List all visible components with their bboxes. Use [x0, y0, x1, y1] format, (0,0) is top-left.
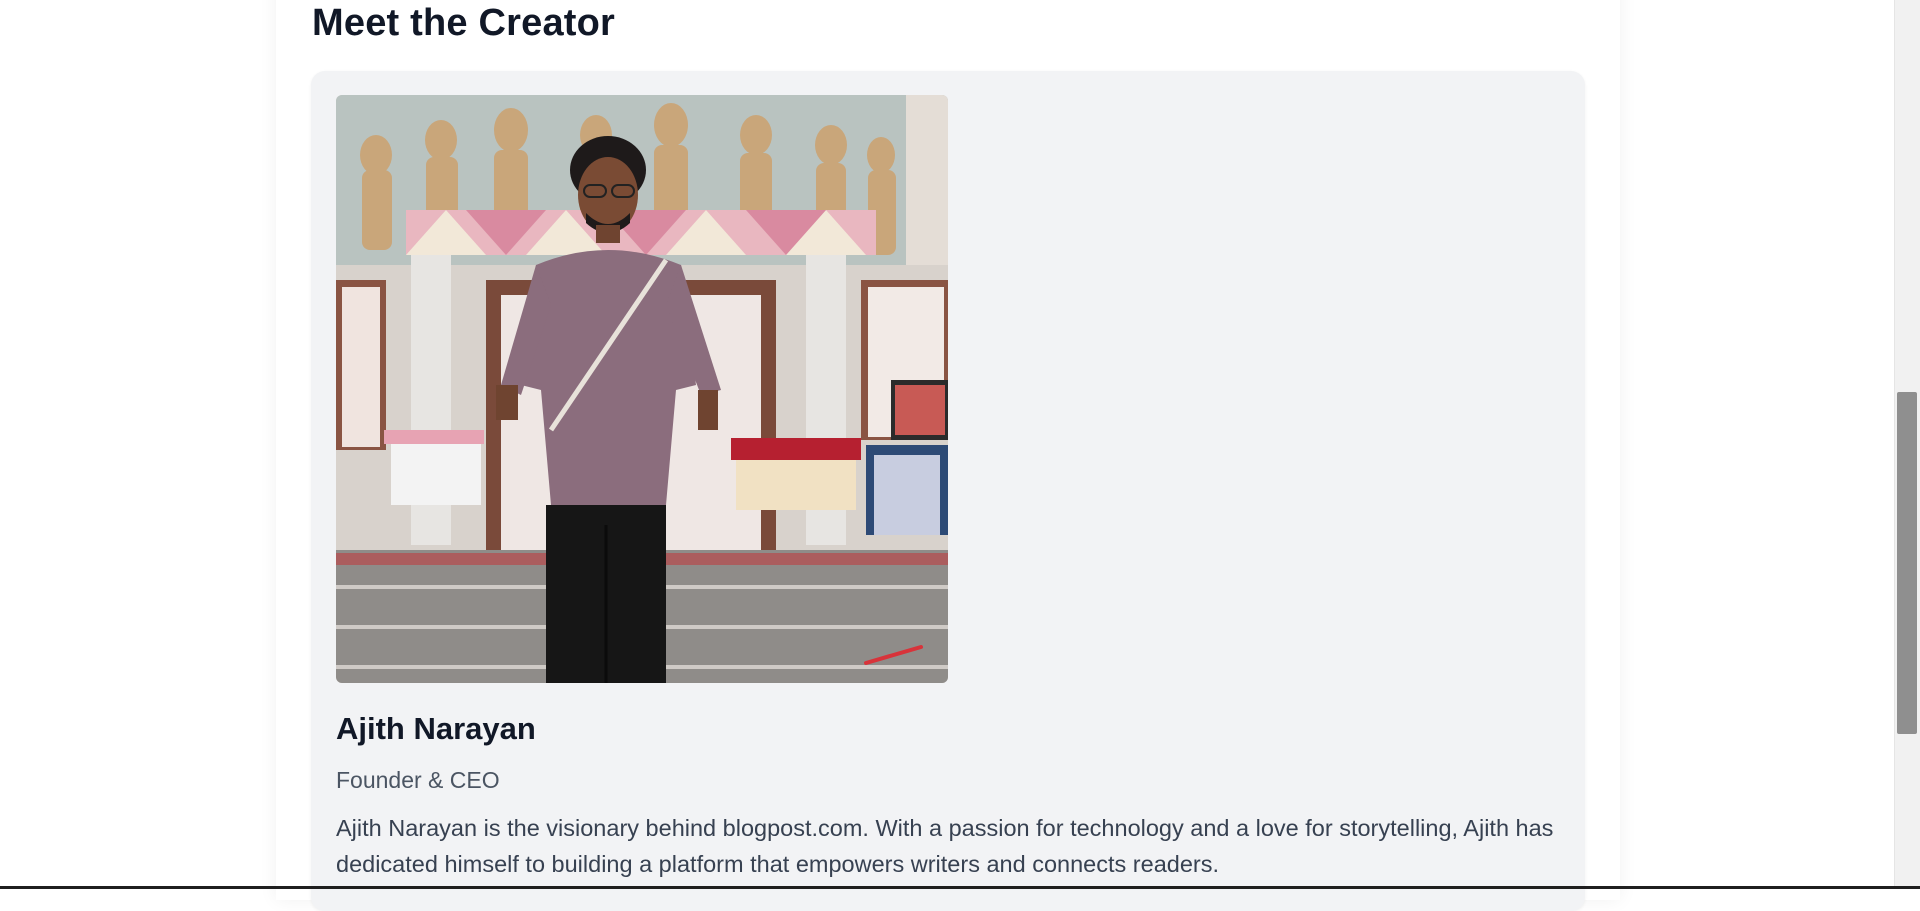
creator-bio: Ajith Narayan is the visionary behind bl…: [336, 815, 1554, 877]
creator-photo: [336, 95, 948, 683]
creator-role: Founder & CEO: [336, 767, 500, 793]
scrollbar-thumb[interactable]: [1897, 392, 1917, 734]
section-title: Meet the Creator: [312, 2, 616, 44]
creator-name: Ajith Narayan: [336, 711, 536, 746]
